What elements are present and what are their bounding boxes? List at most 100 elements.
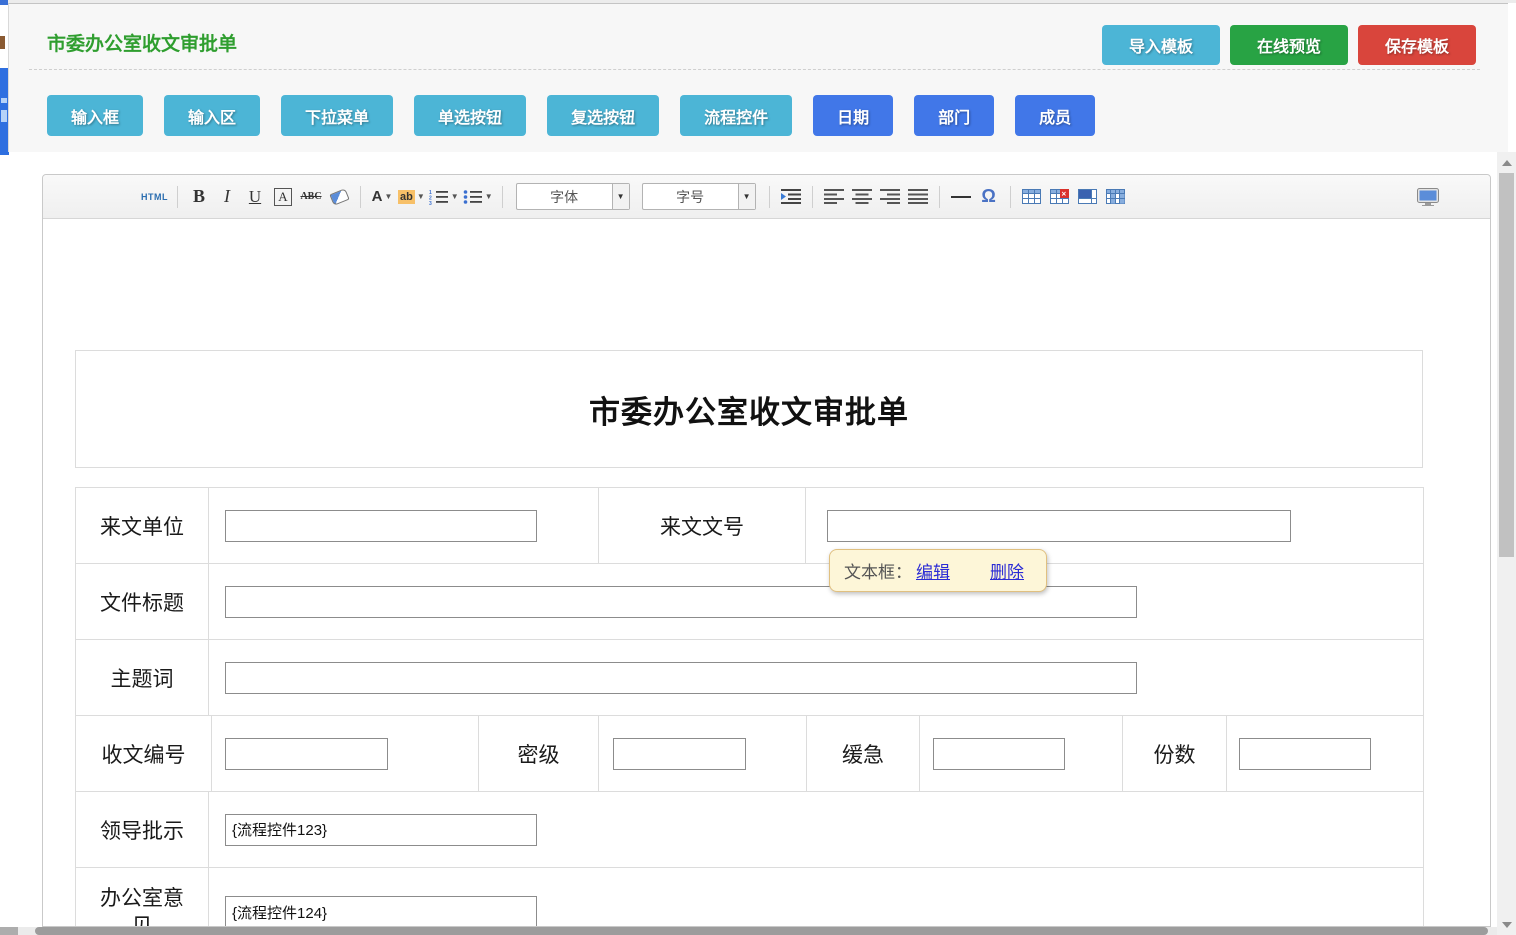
- font-size-select[interactable]: 字号 ▼: [642, 183, 756, 210]
- svg-text:3: 3: [429, 201, 432, 205]
- align-center-icon[interactable]: [850, 184, 874, 210]
- editor-toolbar: HTML B I U A ABC A▼ ab▼ 1 2 3 ▼: [43, 175, 1490, 219]
- tooltip-label: 文本框：: [844, 558, 912, 583]
- underline-icon[interactable]: U: [243, 184, 267, 210]
- svg-text:×: ×: [1062, 190, 1067, 199]
- urgency-input[interactable]: [933, 738, 1065, 770]
- chevron-down-icon[interactable]: ▼: [417, 192, 425, 201]
- background-page-sliver: [0, 36, 5, 49]
- add-radio-button[interactable]: 单选按钮: [414, 95, 526, 136]
- form-table: 来文单位 来文文号 文件标题 主题词: [75, 487, 1424, 926]
- form-title: 市委办公室收文审批单: [589, 387, 909, 432]
- align-left-icon[interactable]: [822, 184, 846, 210]
- vertical-scrollbar-thumb[interactable]: [1499, 173, 1514, 557]
- table-row: 收文编号 密级 缓急 份数: [76, 716, 1423, 792]
- field-label: 收文编号: [76, 716, 212, 791]
- table-row: 来文单位 来文文号: [76, 488, 1423, 564]
- table-row: 主题词: [76, 640, 1423, 716]
- table-properties-icon[interactable]: [1076, 184, 1100, 210]
- form-component-buttons: 输入框 输入区 下拉菜单 单选按钮 复选按钮 流程控件 日期 部门 成员: [47, 95, 1116, 136]
- receipt-number-input[interactable]: [225, 738, 388, 770]
- cell-properties-icon[interactable]: [1104, 184, 1128, 210]
- online-preview-button[interactable]: 在线预览: [1230, 25, 1348, 65]
- save-template-button[interactable]: 保存模板: [1358, 25, 1476, 65]
- chevron-down-icon[interactable]: ▼: [738, 184, 755, 209]
- eraser-icon: [329, 188, 349, 205]
- bold-icon[interactable]: B: [187, 184, 211, 210]
- delete-table-icon[interactable]: ×: [1048, 184, 1072, 210]
- leader-instructions-input[interactable]: [225, 814, 537, 846]
- align-right-icon[interactable]: [878, 184, 902, 210]
- field-label: 来文文号: [599, 488, 806, 563]
- document-number-input[interactable]: [827, 510, 1291, 542]
- chevron-down-icon[interactable]: ▼: [612, 184, 629, 209]
- insert-table-icon[interactable]: [1020, 184, 1044, 210]
- field-label: 密级: [479, 716, 599, 791]
- add-dropdown-button[interactable]: 下拉菜单: [281, 95, 393, 136]
- toolbar-separator: [812, 186, 813, 208]
- char-border-icon[interactable]: A: [274, 188, 291, 206]
- font-color-icon[interactable]: A▼: [370, 184, 394, 210]
- special-char-icon[interactable]: Ω: [977, 184, 1001, 210]
- field-label: 领导批示: [76, 792, 209, 867]
- field-label: 来文单位: [76, 488, 209, 563]
- add-input-box-button[interactable]: 输入框: [47, 95, 143, 136]
- field-label: 份数: [1123, 716, 1227, 791]
- add-flow-control-button[interactable]: 流程控件: [680, 95, 792, 136]
- chevron-down-icon[interactable]: ▼: [451, 192, 459, 201]
- toolbar-separator: [177, 186, 178, 208]
- table-row: 办公室意见: [76, 868, 1423, 926]
- scroll-down-arrow[interactable]: [1497, 916, 1516, 933]
- fullscreen-icon[interactable]: [1416, 184, 1440, 210]
- add-date-button[interactable]: 日期: [813, 95, 893, 136]
- delete-link[interactable]: 删除: [990, 558, 1024, 583]
- template-actions: 导入模板 在线预览 保存模板: [1102, 25, 1476, 65]
- font-family-select[interactable]: 字体 ▼: [516, 183, 630, 210]
- horizontal-scrollbar-thumb[interactable]: [35, 927, 1488, 935]
- form-title-box: 市委办公室收文审批单: [75, 350, 1423, 468]
- vertical-scrollbar[interactable]: [1497, 152, 1516, 935]
- header-panel: 市委办公室收文审批单 导入模板 在线预览 保存模板 输入框 输入区 下拉菜单 单…: [8, 3, 1508, 152]
- chevron-down-icon[interactable]: ▼: [384, 192, 392, 201]
- horizontal-scrollbar[interactable]: [0, 927, 1497, 935]
- strikethrough-icon[interactable]: ABC: [299, 184, 323, 210]
- page-title: 市委办公室收文审批单: [47, 29, 237, 56]
- copies-input[interactable]: [1239, 738, 1371, 770]
- rich-text-editor: HTML B I U A ABC A▼ ab▼ 1 2 3 ▼: [42, 174, 1491, 927]
- add-checkbox-button[interactable]: 复选按钮: [547, 95, 659, 136]
- field-label: 主题词: [76, 640, 209, 715]
- field-label: 文件标题: [76, 564, 209, 639]
- add-textarea-button[interactable]: 输入区: [164, 95, 260, 136]
- horizontal-scrollbar-stub: [0, 927, 18, 935]
- edit-link[interactable]: 编辑: [916, 558, 950, 583]
- toolbar-separator: [502, 186, 503, 208]
- ordered-list-icon[interactable]: 1 2 3 ▼: [429, 184, 459, 210]
- editor-document-area[interactable]: 市委办公室收文审批单 来文单位 来文文号 文件标题: [43, 219, 1490, 926]
- field-label: 办公室意见: [76, 868, 208, 926]
- toolbar-separator: [769, 186, 770, 208]
- security-level-input[interactable]: [613, 738, 746, 770]
- align-justify-icon[interactable]: [906, 184, 930, 210]
- unordered-list-icon[interactable]: ▼: [463, 184, 493, 210]
- source-unit-input[interactable]: [225, 510, 537, 542]
- remove-format-icon[interactable]: [327, 184, 351, 210]
- textbox-context-tooltip: 文本框： 编辑 删除: [829, 549, 1047, 592]
- field-label: 缓急: [807, 716, 920, 791]
- indent-icon[interactable]: [779, 184, 803, 210]
- italic-icon[interactable]: I: [215, 184, 239, 210]
- horizontal-rule-icon[interactable]: [949, 184, 973, 210]
- highlight-color-icon[interactable]: ab▼: [398, 184, 425, 210]
- table-row: 领导批示: [76, 792, 1423, 868]
- import-template-button[interactable]: 导入模板: [1102, 25, 1220, 65]
- header-divider: [29, 69, 1480, 70]
- chevron-down-icon[interactable]: ▼: [485, 192, 493, 201]
- table-row: 文件标题: [76, 564, 1423, 640]
- scroll-up-arrow[interactable]: [1497, 154, 1516, 171]
- background-page-sliver: [0, 0, 8, 5]
- office-opinion-input[interactable]: [225, 896, 537, 926]
- toolbar-separator: [939, 186, 940, 208]
- add-department-button[interactable]: 部门: [914, 95, 994, 136]
- html-source-icon[interactable]: HTML: [141, 184, 168, 210]
- add-member-button[interactable]: 成员: [1015, 95, 1095, 136]
- keywords-input[interactable]: [225, 662, 1137, 694]
